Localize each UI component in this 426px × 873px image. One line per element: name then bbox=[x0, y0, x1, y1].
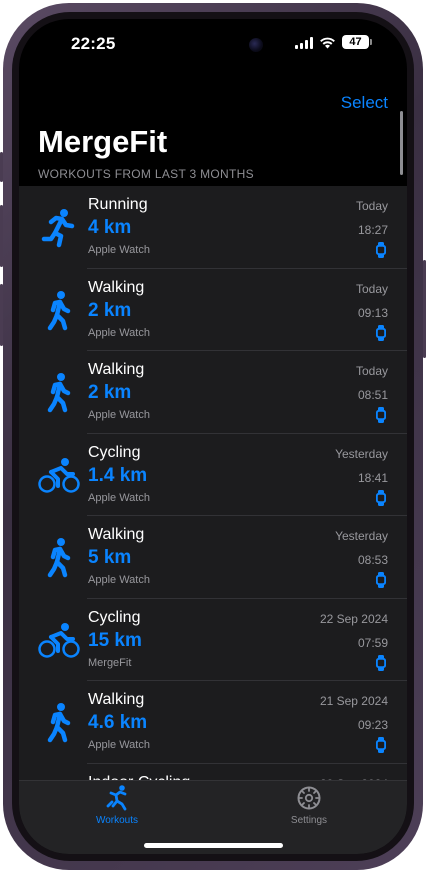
workout-date: Today bbox=[355, 199, 388, 213]
apple-watch-icon bbox=[376, 489, 386, 506]
workout-date: 21 Sep 2024 bbox=[319, 694, 388, 708]
apple-watch-icon bbox=[376, 572, 386, 588]
tab-workouts[interactable]: Workouts bbox=[72, 784, 162, 826]
status-icons: 47 bbox=[295, 35, 372, 49]
workout-distance: 1.4 km bbox=[88, 464, 148, 486]
workout-source: MergeFit bbox=[88, 656, 132, 669]
workout-time: 18:27 bbox=[357, 223, 388, 237]
select-button[interactable]: Select bbox=[341, 93, 388, 113]
tab-label: Workouts bbox=[95, 815, 139, 826]
volume-down-button bbox=[0, 284, 3, 346]
gear-icon bbox=[297, 786, 321, 810]
apple-watch-icon bbox=[376, 737, 386, 753]
workout-date: Today bbox=[355, 364, 388, 378]
camera-icon bbox=[249, 38, 263, 52]
apple-watch-icon bbox=[376, 654, 386, 671]
walking-icon bbox=[37, 370, 81, 414]
workout-source: Apple Watch bbox=[88, 574, 150, 586]
workout-type: Cycling bbox=[88, 608, 141, 626]
tab-settings[interactable]: Settings bbox=[264, 784, 354, 826]
workout-date: Yesterday bbox=[335, 529, 388, 543]
list-item[interactable]: Walking 2 km Apple Watch Today 09:13 bbox=[19, 269, 407, 351]
apple-watch-icon bbox=[376, 242, 386, 258]
cellular-signal-icon bbox=[295, 36, 313, 49]
workout-distance: 5 km bbox=[88, 547, 132, 568]
workout-distance: 4.6 km bbox=[88, 712, 148, 733]
workout-date: 22 Sep 2024 bbox=[319, 611, 388, 626]
workout-type: Cycling bbox=[88, 443, 141, 461]
list-item[interactable]: Walking 2 km Apple Watch Today 08:51 bbox=[19, 351, 407, 434]
workout-type: Walking bbox=[88, 691, 145, 708]
workout-list[interactable]: Running 4 km Apple Watch Today 18:27 Wal… bbox=[19, 186, 407, 786]
wifi-icon bbox=[320, 37, 335, 48]
status-time: 22:25 bbox=[71, 34, 116, 53]
workout-time: 08:53 bbox=[357, 553, 388, 567]
cycling-icon bbox=[37, 453, 81, 497]
workout-distance: 15 km bbox=[88, 629, 142, 651]
workout-type: Walking bbox=[88, 278, 145, 296]
list-item[interactable]: Cycling 15 km MergeFit 22 Sep 2024 07:59 bbox=[19, 599, 407, 681]
page-title: MergeFit bbox=[38, 124, 168, 159]
walking-icon bbox=[37, 535, 81, 579]
volume-up-button bbox=[0, 205, 3, 267]
apple-watch-icon bbox=[376, 407, 386, 423]
section-header: WORKOUTS FROM LAST 3 MONTHS bbox=[38, 167, 254, 181]
workout-distance: 2 km bbox=[88, 299, 132, 321]
workout-time: 08:51 bbox=[357, 388, 388, 402]
walking-icon bbox=[37, 288, 81, 332]
running-icon bbox=[37, 205, 81, 249]
scroll-indicator[interactable] bbox=[400, 111, 403, 175]
workout-time: 18:41 bbox=[357, 470, 388, 485]
workout-distance: 2 km bbox=[88, 382, 132, 403]
workout-type: Walking bbox=[88, 361, 145, 378]
side-button bbox=[0, 152, 3, 182]
home-indicator[interactable] bbox=[144, 843, 283, 848]
workout-source: Apple Watch bbox=[88, 491, 150, 504]
list-item[interactable]: Walking 4.6 km Apple Watch 21 Sep 2024 0… bbox=[19, 681, 407, 764]
list-item[interactable]: Cycling 1.4 km Apple Watch Yesterday 18:… bbox=[19, 434, 407, 516]
list-item[interactable]: Walking 5 km Apple Watch Yesterday 08:53 bbox=[19, 516, 407, 599]
workouts-tab-icon bbox=[106, 785, 127, 811]
workout-type: Running bbox=[88, 196, 148, 213]
apple-watch-icon bbox=[376, 324, 386, 341]
workout-source: Apple Watch bbox=[88, 739, 150, 751]
cycling-icon bbox=[37, 618, 81, 662]
workout-source: Apple Watch bbox=[88, 409, 150, 421]
workout-time: 09:23 bbox=[357, 718, 388, 732]
workout-type: Walking bbox=[88, 526, 145, 543]
battery-indicator: 47 bbox=[342, 35, 372, 49]
workout-distance: 4 km bbox=[88, 217, 132, 238]
workout-source: Apple Watch bbox=[88, 326, 150, 339]
tab-label: Settings bbox=[290, 815, 328, 826]
workout-time: 09:13 bbox=[357, 305, 388, 320]
workout-time: 07:59 bbox=[357, 635, 388, 650]
screen: 22:25 47 Select MergeFit WORKOUTS FROM L… bbox=[19, 19, 407, 854]
workout-source: Apple Watch bbox=[88, 244, 150, 256]
workout-date: Yesterday bbox=[335, 446, 388, 461]
walking-icon bbox=[37, 700, 81, 744]
dynamic-island bbox=[161, 30, 285, 66]
workout-date: Today bbox=[355, 281, 388, 296]
list-item[interactable]: Running 4 km Apple Watch Today 18:27 bbox=[19, 186, 407, 269]
